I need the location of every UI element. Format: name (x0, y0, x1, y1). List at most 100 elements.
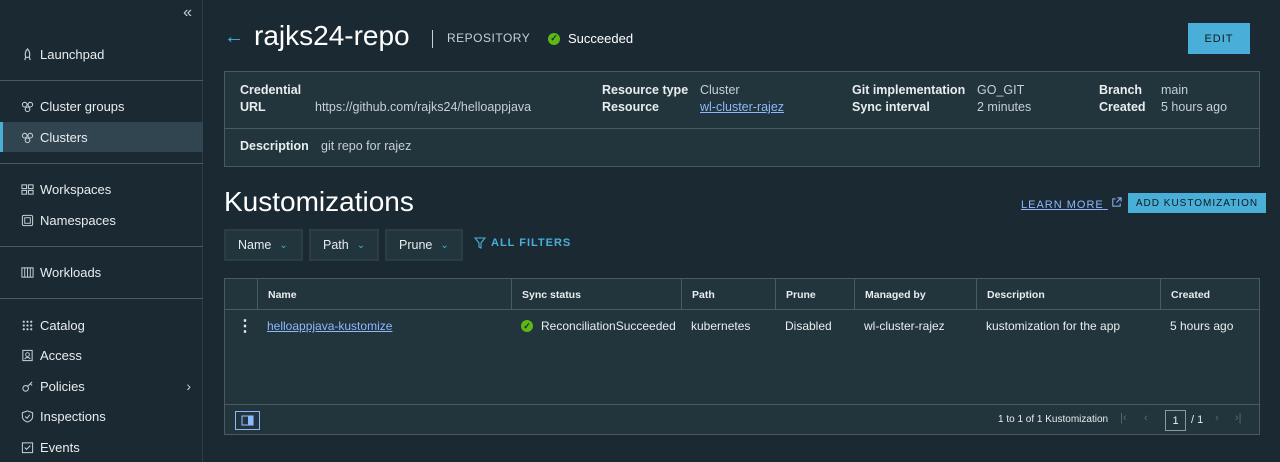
collapse-sidebar-icon[interactable]: « (183, 4, 192, 22)
description-value: git repo for rajez (321, 139, 412, 153)
resource-label: Resource (602, 100, 659, 114)
sidebar-item-namespaces[interactable]: Namespaces (0, 205, 203, 235)
success-check-icon: ✓ (521, 320, 533, 332)
external-link-icon (1111, 197, 1122, 211)
row-actions-icon[interactable]: ⋮ (225, 310, 257, 342)
sidebar-item-workspaces[interactable]: Workspaces (0, 174, 203, 204)
column-header-description[interactable]: Description (976, 279, 1160, 310)
column-header-prune[interactable]: Prune (775, 279, 854, 310)
path-cell: kubernetes (691, 319, 751, 333)
sidebar-item-label: Clusters (40, 129, 88, 145)
kustomization-name[interactable]: helloappjava-kustomize (267, 319, 392, 333)
chevron-down-icon: ⌄ (356, 239, 366, 251)
kustomizations-table: Name Sync status Path Prune Managed by D… (224, 278, 1260, 435)
description-label: Description (240, 139, 309, 153)
filter-label: Path (323, 238, 349, 252)
branch-value: main (1161, 83, 1189, 97)
status-badge: ✓ Succeeded (548, 31, 633, 46)
sidebar-item-launchpad[interactable]: Launchpad (0, 39, 203, 69)
repository-details-card: Credential URL https://github.com/rajks2… (224, 71, 1260, 167)
filter-path[interactable]: Path ⌄ (309, 229, 379, 261)
title-divider (432, 30, 433, 48)
add-kustomization-button[interactable]: ADD KUSTOMIZATION (1128, 193, 1266, 213)
sync-interval-value: 2 minutes (977, 100, 1032, 114)
sidebar-item-label: Inspections (40, 408, 106, 424)
sidebar-divider (0, 298, 203, 299)
filter-name[interactable]: Name ⌄ (224, 229, 303, 261)
success-check-icon: ✓ (548, 32, 560, 45)
learn-more-link[interactable]: LEARN MORE (1021, 197, 1122, 211)
column-header-sync-status[interactable]: Sync status (511, 279, 681, 310)
events-icon (20, 440, 34, 454)
column-toggle-button[interactable] (235, 411, 260, 430)
sidebar-divider (0, 163, 203, 164)
first-page-icon[interactable]: |‹ (1120, 412, 1127, 424)
url-value: https://github.com/rajks24/helloappjava (315, 100, 532, 114)
inspections-icon (20, 409, 34, 423)
sync-interval-label: Sync interval (852, 100, 930, 114)
sidebar-item-label: Policies (40, 378, 85, 394)
sidebar-item-label: Events (40, 439, 80, 455)
main-content: ← rajks24-repo REPOSITORY ✓ Succeeded ED… (204, 0, 1280, 462)
table-header: Name Sync status Path Prune Managed by D… (225, 279, 1259, 310)
edit-button[interactable]: EDIT (1188, 23, 1250, 54)
all-filters-label: ALL FILTERS (491, 237, 572, 249)
sidebar-item-cluster-groups[interactable]: Cluster groups (0, 91, 203, 121)
created-label: Created (1099, 100, 1146, 114)
sidebar-item-label: Workloads (40, 264, 102, 280)
column-header-managed-by[interactable]: Managed by (854, 279, 976, 310)
back-arrow-icon[interactable]: ← (224, 26, 244, 49)
filter-label: Name (238, 238, 272, 252)
chevron-down-icon: ⌄ (440, 239, 449, 251)
columns-icon (241, 415, 254, 426)
kustomization-name-link[interactable]: helloappjava-kustomize (257, 310, 511, 342)
page-title: rajks24-repo (254, 20, 410, 51)
resource-link[interactable]: wl-cluster-rajez (700, 100, 784, 114)
sidebar-item-label: Workspaces (40, 181, 112, 197)
workspaces-icon (20, 182, 34, 196)
git-implementation-value: GO_GIT (977, 83, 1025, 97)
filter-prune[interactable]: Prune ⌄ (385, 229, 463, 261)
sidebar-item-access[interactable]: Access (0, 340, 203, 370)
sidebar-item-events[interactable]: Events (0, 432, 203, 462)
resource-type-value: Cluster (700, 83, 740, 97)
page-total: / 1 (1191, 414, 1204, 426)
last-page-icon[interactable]: ›| (1235, 412, 1242, 424)
sidebar-item-catalog[interactable]: Catalog (0, 310, 203, 340)
namespaces-icon (20, 213, 34, 227)
sidebar-item-clusters[interactable]: Clusters (0, 122, 203, 152)
column-header-path[interactable]: Path (681, 279, 775, 310)
sidebar-item-label: Launchpad (40, 46, 105, 62)
url-label: URL (240, 100, 266, 114)
previous-page-icon[interactable]: ‹ (1144, 412, 1148, 424)
card-divider (225, 128, 1259, 129)
sidebar-item-workloads[interactable]: Workloads (0, 257, 203, 287)
rocket-icon (20, 47, 34, 61)
policies-icon (20, 379, 34, 393)
chevron-down-icon: ⌄ (279, 239, 288, 251)
sidebar-item-label: Namespaces (40, 212, 116, 228)
column-header-name[interactable]: Name (257, 279, 511, 310)
access-icon (20, 348, 34, 362)
cluster-groups-icon (20, 99, 34, 113)
git-implementation-label: Git implementation (852, 83, 966, 97)
sync-status-text: ReconciliationSucceeded (541, 319, 676, 333)
page-number-input[interactable]: 1 (1165, 410, 1186, 431)
pagination-summary: 1 to 1 of 1 Kustomization (998, 414, 1109, 425)
column-header-created[interactable]: Created (1160, 279, 1259, 310)
chevron-right-icon[interactable]: › (186, 378, 191, 394)
sidebar-item-inspections[interactable]: Inspections (0, 401, 203, 431)
branch-label: Branch (1099, 83, 1143, 97)
created-value: 5 hours ago (1161, 100, 1228, 114)
sidebar-item-label: Cluster groups (40, 98, 125, 114)
resource-type-label: Resource type (602, 83, 689, 97)
next-page-icon[interactable]: › (1215, 412, 1219, 424)
credential-label: Credential (240, 83, 302, 97)
filter-label: Prune (399, 238, 433, 252)
sync-status-cell: ✓ ReconciliationSucceeded (511, 310, 681, 342)
workloads-icon (20, 265, 34, 279)
sidebar-item-label: Access (40, 347, 82, 363)
sidebar-item-policies[interactable]: Policies › (0, 371, 203, 401)
sidebar: « Launchpad Cluster groups Clusters Work… (0, 0, 203, 462)
all-filters-button[interactable]: ALL FILTERS (474, 237, 571, 249)
